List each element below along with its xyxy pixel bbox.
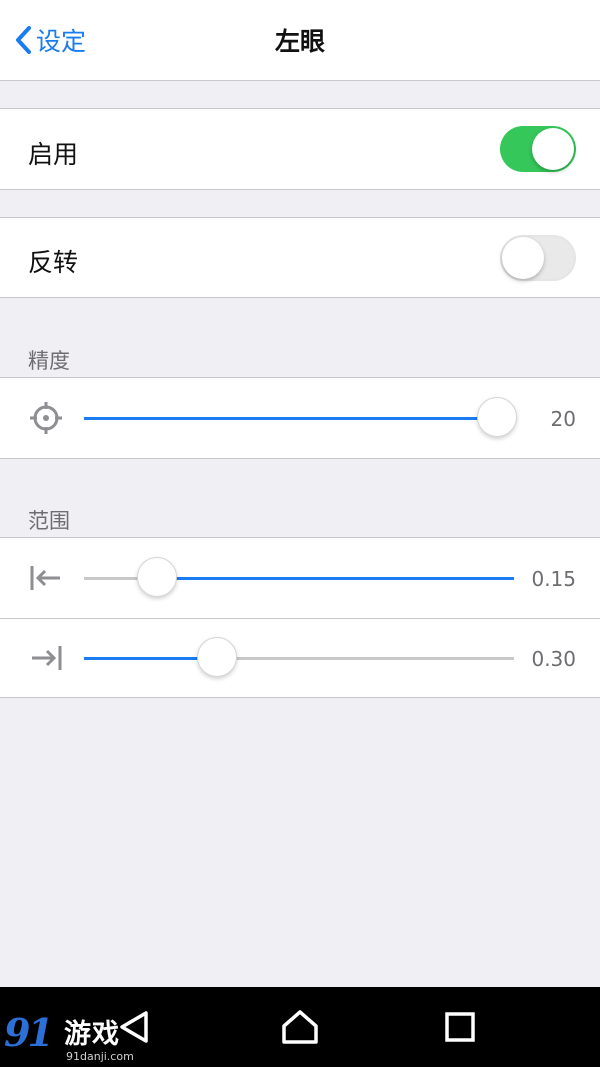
precision-slider[interactable] xyxy=(84,397,517,438)
arrow-right-to-bar-icon xyxy=(32,646,62,670)
slider-thumb[interactable] xyxy=(137,557,177,597)
toggle-knob xyxy=(532,128,574,170)
precision-row: 20 xyxy=(0,377,600,459)
watermark-brand: 游戏 xyxy=(64,1019,120,1050)
watermark-url: 91danji.com xyxy=(66,1050,134,1063)
enable-label: 启用 xyxy=(28,140,79,169)
range-max-row: 0.30 xyxy=(0,619,600,698)
navigation-bar: 设定 左眼 xyxy=(0,0,600,81)
enable-row: 启用 xyxy=(0,108,600,190)
crosshair-icon xyxy=(30,402,62,434)
precision-section-header: 精度 xyxy=(28,349,70,373)
invert-toggle[interactable] xyxy=(500,235,576,281)
invert-label: 反转 xyxy=(28,248,79,277)
range-min-slider[interactable] xyxy=(84,557,514,598)
range-min-value: 0.15 xyxy=(531,567,576,591)
precision-value: 20 xyxy=(550,407,576,431)
range-max-slider[interactable] xyxy=(84,637,514,678)
slider-fill xyxy=(157,577,514,580)
recent-apps-icon[interactable] xyxy=(440,1007,480,1047)
slider-thumb[interactable] xyxy=(197,637,237,677)
slider-fill xyxy=(84,417,497,420)
watermark-number: 91 xyxy=(4,1010,54,1055)
range-max-value: 0.30 xyxy=(531,647,576,671)
toggle-knob xyxy=(502,237,544,279)
range-min-row: 0.15 xyxy=(0,538,600,618)
enable-toggle[interactable] xyxy=(500,126,576,172)
invert-row: 反转 xyxy=(0,217,600,298)
page-title: 左眼 xyxy=(274,27,325,56)
watermark-logo: 91 游戏 91danji.com xyxy=(0,1008,150,1064)
range-group: 0.15 0.30 xyxy=(0,537,600,698)
slider-thumb[interactable] xyxy=(477,397,517,437)
home-icon[interactable] xyxy=(280,1007,320,1047)
range-section-header: 范围 xyxy=(28,509,70,533)
arrow-left-to-bar-icon xyxy=(30,566,60,590)
